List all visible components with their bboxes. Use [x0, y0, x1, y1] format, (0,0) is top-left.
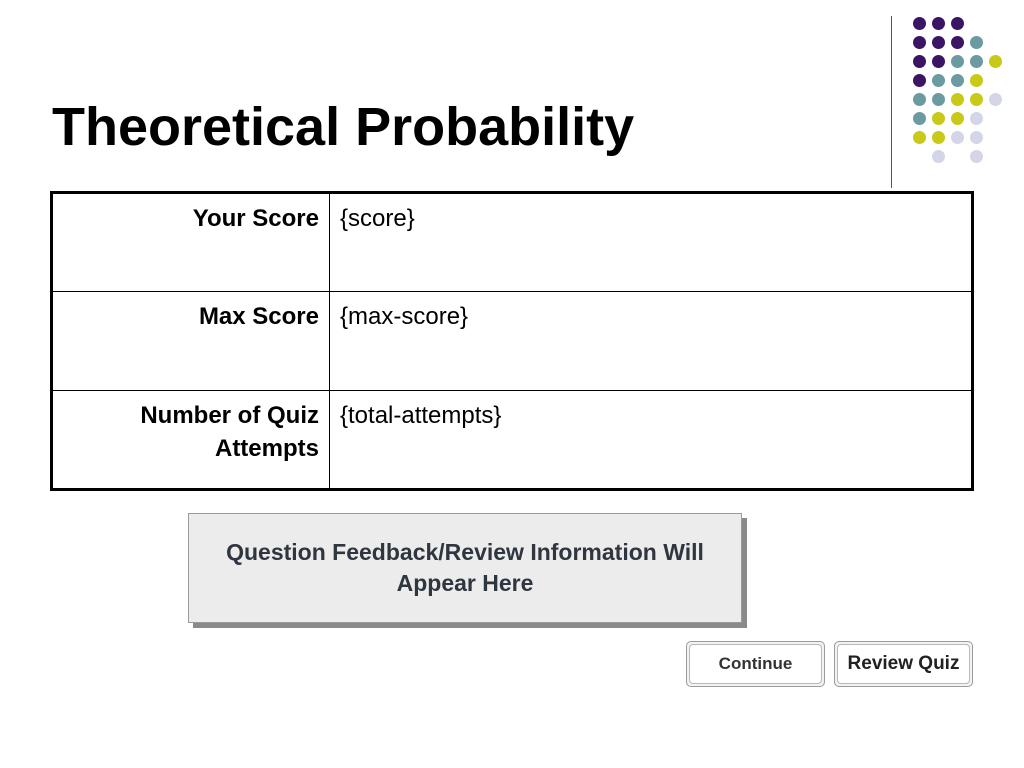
feedback-text: Question Feedback/Review Information Wil…	[226, 539, 704, 596]
decorative-dot	[969, 111, 983, 125]
decorative-dot	[931, 92, 945, 106]
decorative-dot	[931, 111, 945, 125]
table-row-your-score: Your Score {score}	[51, 192, 973, 292]
results-table: Your Score {score} Max Score {max-score}…	[50, 191, 974, 491]
decorative-dot	[912, 35, 926, 49]
review-quiz-button-label: Review Quiz	[837, 644, 970, 684]
table-row-max-score: Max Score {max-score}	[51, 291, 973, 391]
decorative-dot	[912, 130, 926, 144]
quiz-attempts-label: Number of Quiz Attempts	[51, 390, 330, 490]
decorative-dot	[931, 16, 945, 30]
quiz-attempts-value: {total-attempts}	[329, 390, 973, 490]
decorative-dot	[988, 92, 1002, 106]
decorative-dot	[969, 35, 983, 49]
decorative-dot	[950, 35, 964, 49]
decorative-dot	[931, 73, 945, 87]
decorative-dot	[950, 92, 964, 106]
decorative-dot	[950, 16, 964, 30]
continue-button-label: Continue	[689, 644, 822, 684]
decorative-dot	[950, 54, 964, 68]
decorative-dot	[950, 73, 964, 87]
decorative-dot	[950, 111, 964, 125]
decorative-dot	[912, 92, 926, 106]
decorative-dot	[988, 54, 1002, 68]
slide-title: Theoretical Probability	[52, 97, 635, 157]
decorative-dot	[969, 149, 983, 163]
decorative-dot	[912, 111, 926, 125]
decorative-dot	[969, 73, 983, 87]
decorative-dot	[931, 35, 945, 49]
decorative-dot	[969, 54, 983, 68]
your-score-value: {score}	[329, 192, 973, 292]
max-score-value: {max-score}	[329, 291, 973, 391]
decorative-dot	[912, 54, 926, 68]
decorative-dot	[969, 130, 983, 144]
table-row-quiz-attempts: Number of Quiz Attempts {total-attempts}	[51, 390, 973, 490]
decorative-dot	[931, 149, 945, 163]
continue-button[interactable]: Continue	[686, 641, 825, 687]
feedback-panel: Question Feedback/Review Information Wil…	[188, 513, 742, 623]
your-score-label: Your Score	[51, 192, 330, 292]
decorative-dot	[969, 92, 983, 106]
decorative-dot	[912, 73, 926, 87]
decorative-dot	[950, 130, 964, 144]
decorative-dot	[912, 16, 926, 30]
review-quiz-button[interactable]: Review Quiz	[834, 641, 973, 687]
max-score-label: Max Score	[51, 291, 330, 391]
decorative-dot	[931, 130, 945, 144]
decorative-dot	[931, 54, 945, 68]
decorative-divider	[891, 16, 892, 188]
